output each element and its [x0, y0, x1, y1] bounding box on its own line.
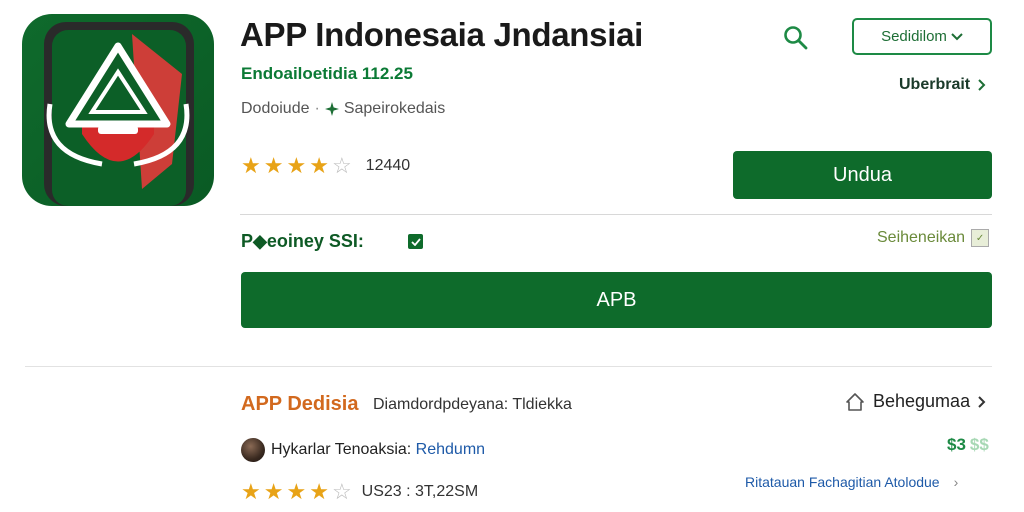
developer-name[interactable]: Endoailoetidia 112.25 [241, 64, 413, 84]
setting-checkbox[interactable] [408, 234, 423, 249]
star-filled-icon: ★ [309, 153, 329, 178]
small-checkbox-icon: ✓ [971, 229, 990, 247]
reviewer-link[interactable]: Rehdumn [416, 441, 485, 458]
footer-link-label: Ritatauan Fachagitian Atolodue [745, 474, 940, 490]
select-label: Sedidilom [881, 28, 947, 45]
select-dropdown[interactable]: Sedidilom [852, 18, 992, 55]
star-filled-icon: ★ [286, 479, 307, 504]
app-icon [22, 14, 214, 206]
search-icon[interactable] [782, 24, 810, 52]
section-divider [25, 366, 992, 367]
chevron-right-icon [978, 79, 986, 91]
divider [240, 214, 992, 215]
review-star-rating: ★ ★ ★ ★ ☆ [241, 481, 352, 503]
share-link-label: Behegumaa [873, 391, 971, 411]
star-filled-icon: ★ [263, 479, 284, 504]
app-meta: Dodoiude · Sapeirokedais [241, 100, 445, 118]
price-text: US23 : 3T,22SM [361, 483, 479, 500]
section-title: APP Dedisia [241, 393, 359, 415]
settings-link[interactable]: Seiheneikan ✓ [877, 229, 990, 247]
star-filled-icon: ★ [263, 153, 284, 178]
star-rating: ★ ★ ★ ★ ☆ [241, 155, 352, 177]
star-filled-icon: ★ [241, 153, 261, 178]
sparkle-icon [324, 102, 339, 116]
review-rating-row: ★ ★ ★ ★ ☆ US23 : 3T,22SM [241, 481, 478, 503]
star-empty-icon: ☆ [331, 153, 352, 178]
tag-label: Sapeirokedais [343, 100, 446, 117]
home-outline-icon [846, 392, 864, 411]
star-filled-icon: ★ [241, 479, 261, 504]
check-icon [410, 237, 421, 246]
setting-label: P◆eoiney SSI: [241, 231, 364, 251]
avatar [241, 438, 265, 462]
more-link[interactable]: Uberbrait [899, 76, 986, 94]
price-tag: $3 $$ [947, 435, 989, 455]
section-description: Diamdordpdeyana: Tldiekka [373, 396, 572, 413]
price-faded: $$ [969, 435, 989, 454]
share-link[interactable]: Behegumaa [845, 391, 986, 412]
star-filled-icon: ★ [286, 153, 307, 178]
footer-link[interactable]: Ritatauan Fachagitian Atolodue › [745, 474, 958, 490]
reviewer-name: Hykarlar Tenoaksia: [271, 441, 412, 458]
chevron-right-icon [978, 395, 986, 408]
star-filled-icon: ★ [309, 479, 329, 504]
settings-link-label: Seiheneikan [877, 229, 966, 246]
chevron-right-icon: › [953, 474, 959, 490]
primary-action-button[interactable]: APB [241, 272, 992, 328]
star-empty-icon: ☆ [331, 479, 352, 504]
meta-separator: · [314, 100, 320, 117]
app-title: APP Indonesaia Jndansiai [240, 16, 643, 53]
rating-count: 12440 [365, 157, 411, 174]
reviewer-line: Hykarlar Tenoaksia: Rehdumn [271, 441, 485, 459]
install-button[interactable]: Undua [733, 151, 992, 199]
app-logo-icon [44, 22, 194, 206]
more-link-label: Uberbrait [899, 76, 971, 93]
category-label: Dodoiude [241, 100, 310, 117]
rating-row: ★ ★ ★ ★ ☆ 12440 [241, 155, 410, 177]
chevron-down-icon [951, 32, 963, 40]
price-value: $3 [947, 435, 966, 454]
